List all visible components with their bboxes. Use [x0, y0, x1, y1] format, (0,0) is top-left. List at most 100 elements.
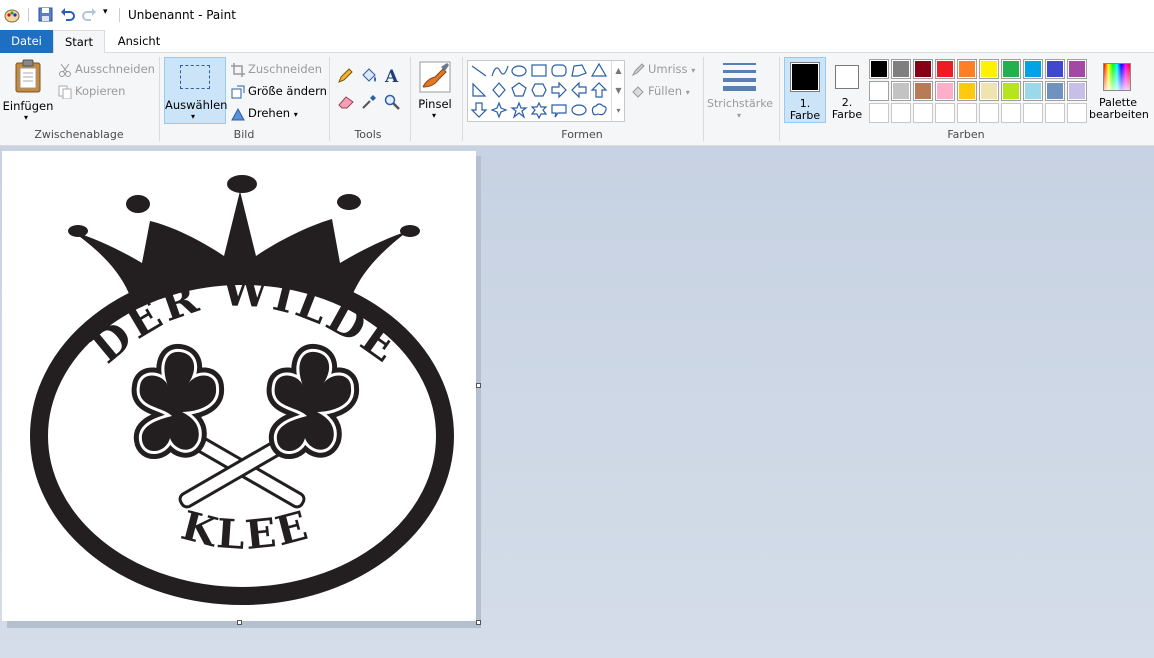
- polygon-shape-icon: [571, 64, 587, 77]
- redo-icon[interactable]: [82, 7, 97, 22]
- edit-colors-label: Palette bearbeiten: [1089, 97, 1149, 121]
- crop-button[interactable]: Zuschneiden: [231, 59, 322, 79]
- color1-swatch: [790, 62, 820, 92]
- palette-empty-swatch[interactable]: [1023, 103, 1043, 123]
- clover-left: [140, 352, 217, 451]
- brushes-button[interactable]: Pinsel ▾: [414, 57, 456, 123]
- eraser-icon[interactable]: [337, 94, 355, 110]
- palette-empty-swatch[interactable]: [891, 103, 911, 123]
- palette-swatch[interactable]: [979, 59, 999, 79]
- fill-dropdown-icon: ▾: [685, 88, 690, 97]
- palette-swatch[interactable]: [913, 81, 933, 101]
- undo-icon[interactable]: [60, 7, 75, 22]
- palette-swatch[interactable]: [1001, 81, 1021, 101]
- palette-swatch[interactable]: [1023, 81, 1043, 101]
- color-picker-icon[interactable]: [361, 94, 377, 110]
- select-button[interactable]: Auswählen ▾: [164, 57, 228, 124]
- palette-empty-swatch[interactable]: [935, 103, 955, 123]
- fill-button[interactable]: Füllen ▾: [631, 81, 690, 101]
- cut-button[interactable]: Ausschneiden: [58, 59, 155, 79]
- clipboard-group-label: Zwischenablage: [34, 128, 124, 141]
- tab-view[interactable]: Ansicht: [110, 30, 168, 53]
- palette-swatch[interactable]: [935, 81, 955, 101]
- rotate-button[interactable]: Drehen ▾: [231, 103, 298, 123]
- drawing-canvas[interactable]: DER WILDE KLEE: [2, 151, 476, 621]
- palette-empty-swatch[interactable]: [1067, 103, 1087, 123]
- outline-dropdown-icon: ▾: [691, 66, 696, 75]
- rectangle-shape-icon: [531, 64, 547, 77]
- palette-swatch[interactable]: [891, 59, 911, 79]
- wilde-klee-logo-artwork: DER WILDE KLEE: [30, 175, 454, 605]
- five-point-star-shape-icon: [510, 101, 528, 119]
- paint-app-icon: [4, 9, 20, 23]
- resize-handle-corner[interactable]: [476, 620, 481, 625]
- canvas-workspace[interactable]: DER WILDE KLEE: [0, 146, 1154, 658]
- rotate-label: Drehen: [248, 106, 291, 120]
- magnifier-icon[interactable]: [384, 94, 400, 110]
- crop-label: Zuschneiden: [248, 62, 322, 76]
- resize-icon: [231, 85, 245, 99]
- brushes-label: Pinsel: [418, 97, 452, 111]
- scissors-icon: [58, 63, 72, 77]
- palette-swatch[interactable]: [935, 59, 955, 79]
- stroke-size-button[interactable]: Strichstärke ▾: [707, 57, 773, 123]
- cut-label: Ausschneiden: [75, 62, 155, 76]
- copy-icon: [58, 85, 72, 99]
- palette-swatch[interactable]: [1067, 81, 1087, 101]
- palette-swatch[interactable]: [891, 81, 911, 101]
- pencil-icon[interactable]: [337, 68, 353, 84]
- resize-button[interactable]: Größe ändern: [231, 81, 327, 101]
- palette-swatch[interactable]: [913, 59, 933, 79]
- shapes-gallery: [467, 60, 625, 122]
- copy-button[interactable]: Kopieren: [58, 81, 125, 101]
- palette-empty-swatch[interactable]: [913, 103, 933, 123]
- title-bar: ▾ Unbenannt - Paint: [0, 0, 1154, 30]
- palette-empty-swatch[interactable]: [957, 103, 977, 123]
- palette-swatch[interactable]: [957, 59, 977, 79]
- select-label: Auswählen: [165, 98, 228, 112]
- oval-callout-shape-icon: [571, 104, 587, 116]
- edit-colors-button[interactable]: Palette bearbeiten: [1089, 57, 1149, 123]
- brushes-dropdown-icon[interactable]: ▾: [432, 111, 436, 120]
- color2-button[interactable]: 2. Farbe: [829, 57, 865, 123]
- palette-swatch[interactable]: [1001, 59, 1021, 79]
- clover-right: [275, 352, 352, 451]
- outline-pen-icon: [631, 62, 645, 77]
- palette-swatch[interactable]: [869, 59, 889, 79]
- palette-swatch[interactable]: [1045, 81, 1065, 101]
- color1-label-line2: Farbe: [789, 109, 821, 122]
- customize-toolbar-chevron-icon[interactable]: ▾: [103, 7, 108, 17]
- edit-colors-label-line2: bearbeiten: [1089, 108, 1149, 121]
- shapes-group-label: Formen: [561, 128, 603, 141]
- save-icon[interactable]: [38, 7, 53, 22]
- palette-swatch[interactable]: [1023, 59, 1043, 79]
- ribbon: Einfügen ▾ Ausschneiden Kopieren Zwische…: [0, 53, 1154, 146]
- palette-swatch[interactable]: [1067, 59, 1087, 79]
- palette-swatch[interactable]: [869, 81, 889, 101]
- resize-handle-right[interactable]: [476, 383, 481, 388]
- hexagon-shape-icon: [531, 83, 547, 97]
- text-tool-icon[interactable]: A: [384, 67, 400, 85]
- color2-label-line2: Farbe: [831, 108, 863, 121]
- paste-dropdown-icon[interactable]: ▾: [24, 113, 28, 122]
- color1-button[interactable]: 1. Farbe: [784, 57, 826, 123]
- tab-start[interactable]: Start: [53, 30, 105, 54]
- palette-empty-swatch[interactable]: [979, 103, 999, 123]
- palette-swatch[interactable]: [1045, 59, 1065, 79]
- palette-empty-swatch[interactable]: [1045, 103, 1065, 123]
- fill-bucket-icon[interactable]: [360, 67, 378, 85]
- shapes-scrollbar[interactable]: ▲ ▼ ▾: [611, 61, 625, 121]
- palette-empty-swatch[interactable]: [1001, 103, 1021, 123]
- rounded-rectangle-shape-icon: [551, 64, 567, 77]
- stroke-dropdown-icon: ▾: [737, 111, 742, 120]
- curve-shape-icon: [491, 65, 509, 77]
- select-dropdown-icon[interactable]: ▾: [191, 112, 195, 121]
- palette-empty-swatch[interactable]: [869, 103, 889, 123]
- tab-file[interactable]: Datei: [0, 30, 53, 53]
- palette-swatch[interactable]: [957, 81, 977, 101]
- logo-bottom-text: KLEE: [177, 501, 313, 559]
- palette-swatch[interactable]: [979, 81, 999, 101]
- outline-button[interactable]: Umriss ▾: [631, 59, 695, 79]
- paste-button[interactable]: Einfügen ▾: [2, 57, 54, 123]
- resize-handle-bottom[interactable]: [237, 620, 242, 625]
